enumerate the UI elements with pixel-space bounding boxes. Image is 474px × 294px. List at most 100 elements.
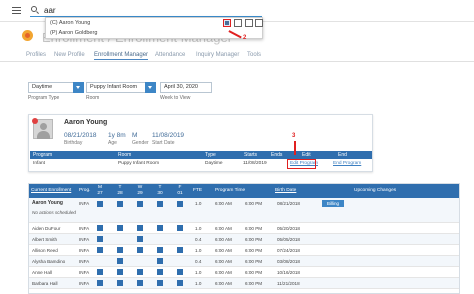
row-start-time: 6:00 AM [215,248,232,253]
schedule-marker [117,201,123,207]
schedule-marker [97,247,103,253]
col-date-fri: 01 [177,191,183,196]
table-row[interactable]: Barbara Hall INFA 1.0 6:00 AM 6:00 PM 11… [29,278,459,289]
search-result-aaron-young[interactable]: (C) Aaron Young [50,19,90,28]
table-row[interactable]: Allison Reed INFA 1.0 6:00 AM 6:00 PM 07… [29,245,459,256]
schedule-marker [137,247,143,253]
schedule-marker [177,247,183,253]
program-row: Infant Puppy Infant Room Daytime 11/08/2… [30,160,372,169]
room-cell: Puppy Infant Room [118,161,160,166]
tab-tools[interactable]: Tools [247,52,261,58]
row-name: Albert Smith [32,237,58,242]
starts-cell: 11/08/2019 [243,161,267,166]
schedule-marker [97,269,103,275]
row-name: Aaron Young [32,200,63,206]
chevron-down-icon [73,82,84,93]
col-program: Program [33,152,53,158]
row-birth-date: 03/08/2018 [277,259,300,264]
row-prog: INFA [79,259,90,264]
enrollment-manager-icon[interactable] [223,19,231,27]
schedule-marker [157,258,163,264]
app-logo [22,30,33,41]
program-type-select[interactable]: Daytime [28,82,84,93]
annotation-label-2: 2 [243,35,247,41]
col-day-tue: T [118,185,122,190]
schedule-marker [117,269,123,275]
type-cell: Daytime [205,161,223,166]
row-end-time: 6:00 PM [245,237,263,242]
schedule-marker [137,225,143,231]
room-label: Room [86,95,100,101]
row-end-time: 6:00 PM [245,201,263,206]
tab-new-profile[interactable]: New Profile [54,52,85,58]
search-result-aaron-goldberg[interactable]: (P) Aaron Goldberg [50,29,97,38]
row-end-time: 6:00 PM [245,226,263,231]
enrollment-table-header: Current Enrollment Prog. M 27 T 28 W 29 … [29,184,459,198]
week-value: April 30, 2020 [164,84,198,90]
schedule-marker [117,258,123,264]
annotation-highlight-box [287,159,316,169]
row-birth-date: 05/05/2018 [277,237,300,242]
table-row[interactable]: Aiden DuFour INFA 1.0 6:00 AM 6:00 PM 05… [29,223,459,234]
table-row[interactable]: Anne Hall INFA 1.0 6:00 AM 6:00 PM 10/16… [29,267,459,278]
col-birth-date[interactable]: Birth Date [275,188,296,193]
row-end-time: 6:00 PM [245,259,263,264]
col-day-thu: T [158,185,162,190]
hamburger-menu-icon[interactable] [12,7,21,14]
col-date-thu: 30 [157,191,163,196]
col-day-mon: M [98,185,102,190]
row-fte: 0.4 [195,237,202,242]
table-row[interactable]: Alysha Bamdino INFA 0.4 6:00 AM 6:00 PM … [29,256,459,267]
family-icon[interactable] [255,19,263,27]
col-day-wed: W [137,185,143,190]
row-start-time: 6:00 AM [215,201,232,206]
schedule-marker [157,225,163,231]
document-icon[interactable] [245,19,253,27]
tab-inquiry-manager[interactable]: Inquiry Manager [196,52,239,58]
row-birth-date: 11/21/2018 [277,281,300,286]
annotation-arrow-3 [294,141,296,155]
row-start-time: 6:00 AM [215,226,232,231]
col-date-mon: 27 [97,191,103,196]
row-fte: 0.4 [195,259,202,264]
tab-enrollment-manager[interactable]: Enrollment Manager [94,52,149,60]
program-cell: Infant [33,161,46,166]
table-row[interactable]: Albert Smith INFA 0.4 6:00 AM 6:00 PM 05… [29,234,459,245]
row-fte: 1.0 [195,226,202,231]
room-value: Puppy Infant Room [90,84,138,90]
tab-attendance[interactable]: Attendance [155,52,185,58]
checklist-icon[interactable] [234,19,242,27]
schedule-marker [157,269,163,275]
tab-profiles[interactable]: Profiles [26,52,46,58]
week-picker[interactable]: April 30, 2020 [160,82,212,93]
start-date-label: Start Date [152,140,175,146]
row-birth-date: 07/24/2018 [277,248,300,253]
row-name: Alysha Bamdino [32,259,66,264]
search-results-dropdown: (C) Aaron Young (P) Aaron Goldberg [45,17,263,39]
annotation-label-3: 3 [292,133,296,139]
birthday-label: Birthday [64,140,83,146]
schedule-marker [117,280,123,286]
row-fte: 1.0 [195,248,202,253]
end-program-link[interactable]: End Program [333,161,361,166]
schedule-marker [97,201,103,207]
row-name: Anne Hall [32,270,52,275]
row-end-time: 6:00 PM [245,248,263,253]
program-table-header: Program Room Type Starts Ends Edit End [30,151,372,159]
room-select[interactable]: Puppy Infant Room [86,82,156,93]
age-label: Age [108,140,117,146]
table-row[interactable]: Aaron Young No actions scheduled INFA 1.… [29,198,459,223]
program-type-label: Program Type [28,95,60,101]
schedule-marker [177,201,183,207]
schedule-marker [177,269,183,275]
col-fte: FTE [193,188,203,193]
col-prog: Prog. [79,188,91,193]
schedule-marker [137,280,143,286]
billing-button[interactable]: Billing [322,200,344,207]
schedule-marker [137,201,143,207]
row-birth-date: 05/20/2018 [277,226,300,231]
col-current-enrollment[interactable]: Current Enrollment [31,188,71,193]
search-input[interactable] [30,4,262,17]
row-fte: 1.0 [195,201,202,206]
col-room: Room [118,152,132,158]
